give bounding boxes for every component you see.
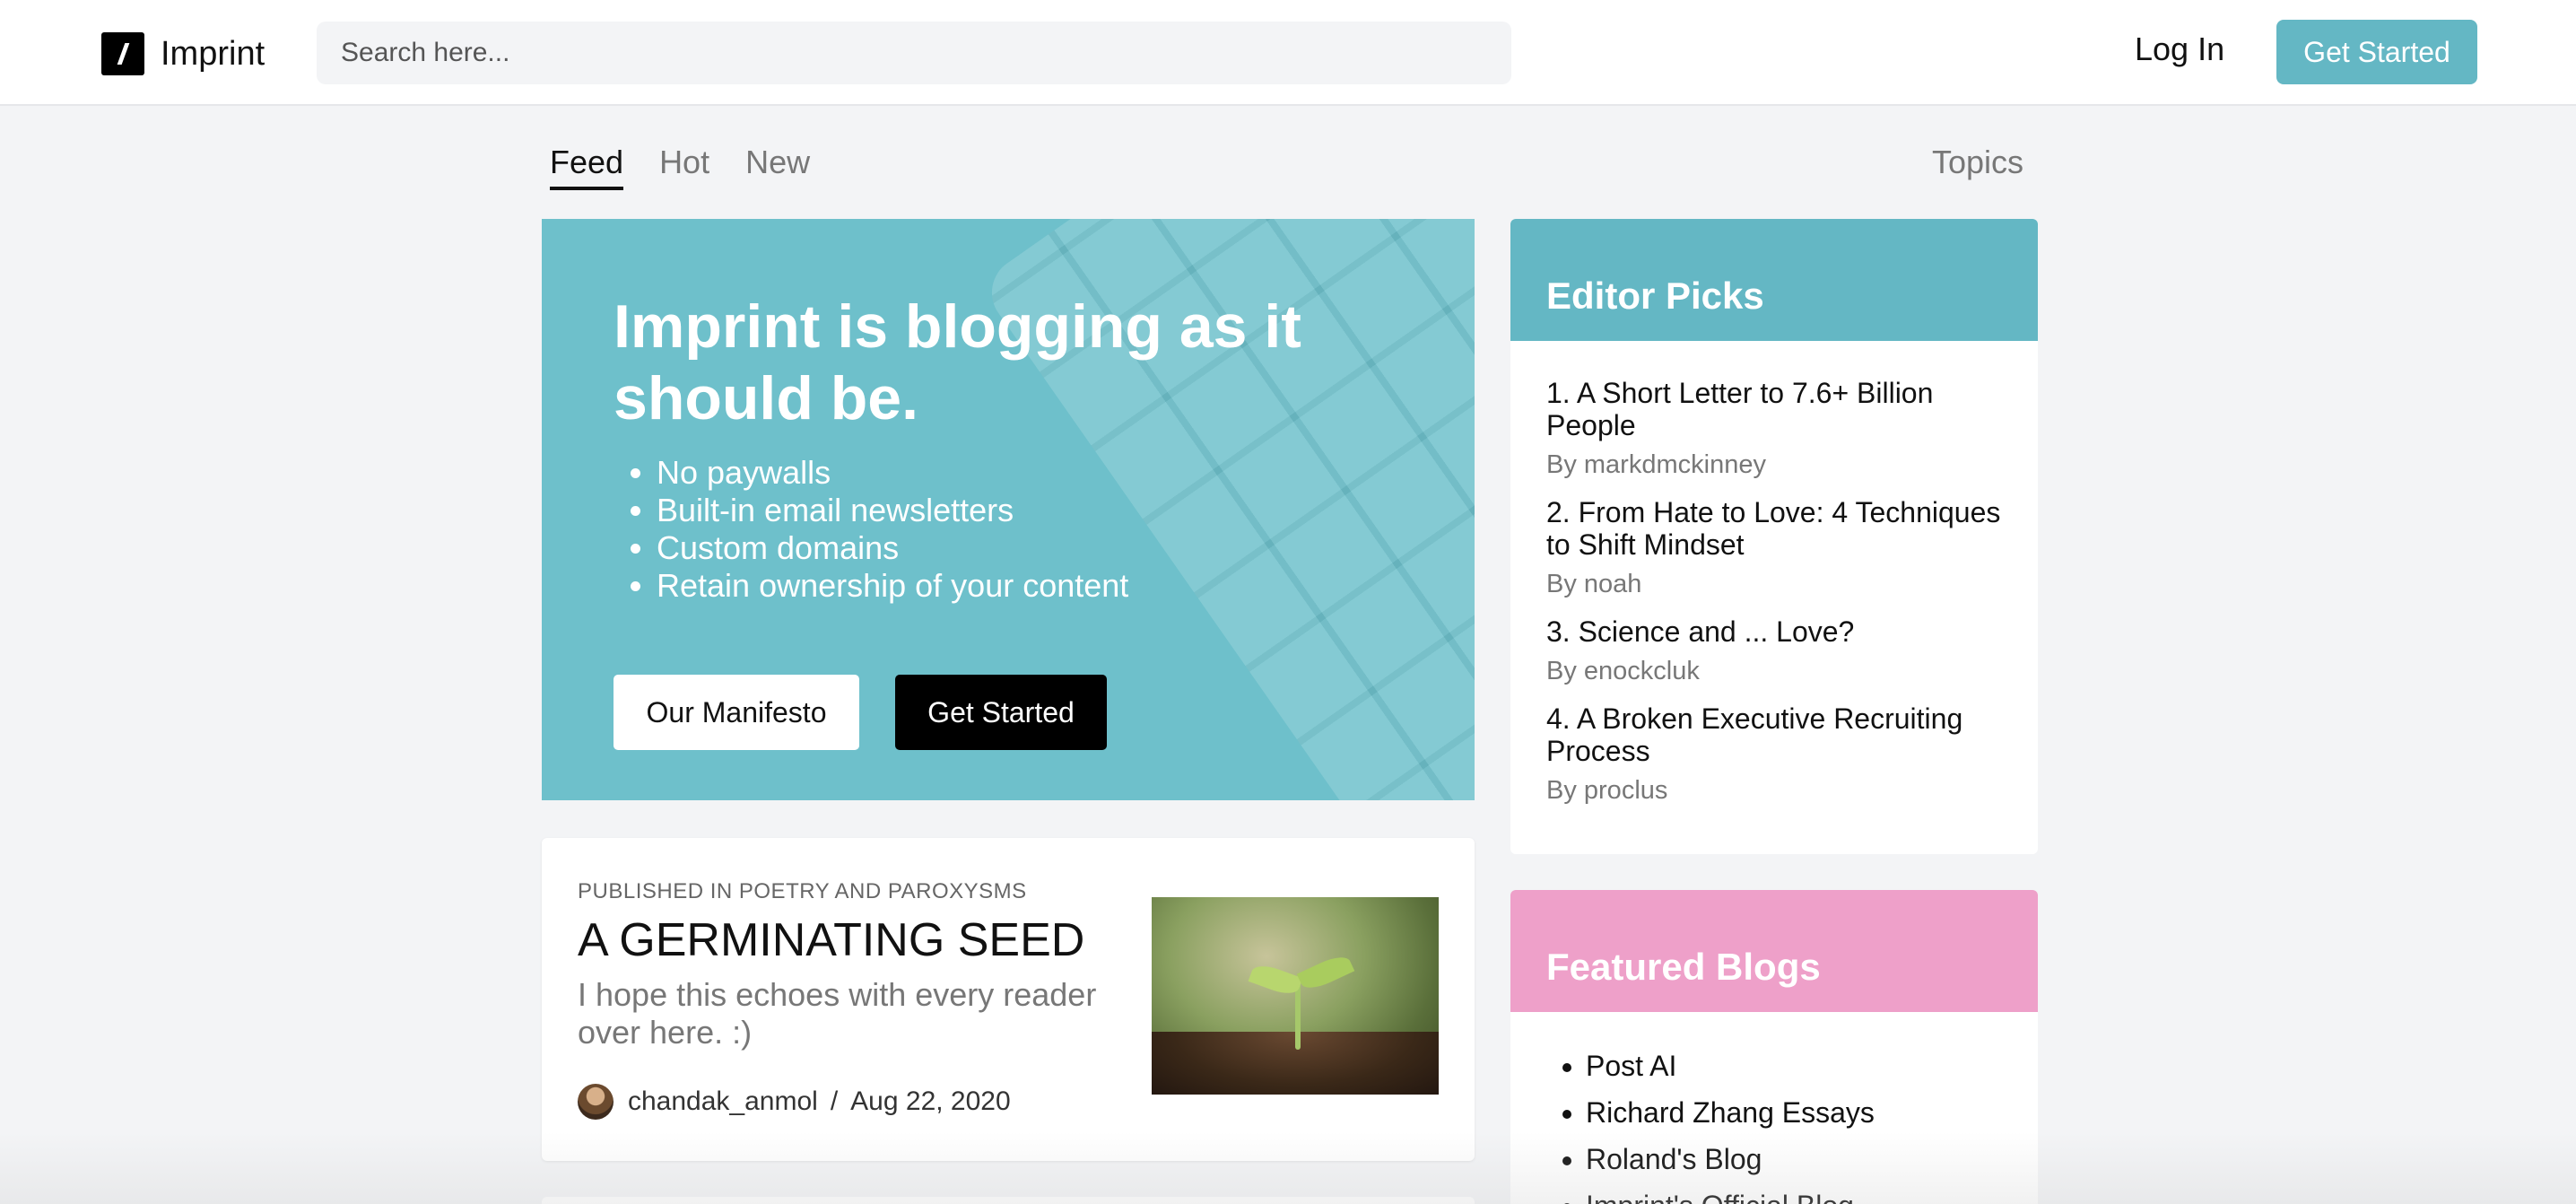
hero-title: Imprint is blogging as it should be. xyxy=(614,292,1301,432)
featured-blogs-list: Post AI Richard Zhang Essays Roland's Bl… xyxy=(1510,1012,2038,1204)
pick-author[interactable]: By proclus xyxy=(1546,776,2002,806)
list-item: 4. A Broken Executive Recruiting Process… xyxy=(1546,702,2002,806)
post-excerpt: I hope this echoes with every reader ove… xyxy=(578,976,1097,1051)
editor-picks-panel: Editor Picks 1. A Short Letter to 7.6+ B… xyxy=(1510,219,2038,854)
featured-blogs-panel: Featured Blogs Post AI Richard Zhang Ess… xyxy=(1510,890,2038,1204)
post-publication[interactable]: PUBLISHED IN POETRY AND PAROXYSMS xyxy=(578,879,1027,904)
tab-feed[interactable]: Feed xyxy=(550,144,624,190)
featured-blogs-title: Featured Blogs xyxy=(1510,890,2038,1012)
pick-title-link[interactable]: 2. From Hate to Love: 4 Techniques to Sh… xyxy=(1546,496,2002,561)
tab-new[interactable]: New xyxy=(745,144,810,190)
editor-picks-title: Editor Picks xyxy=(1510,219,2038,341)
hero-feature-item: No paywalls xyxy=(657,454,1128,492)
featured-blog-link[interactable]: Post AI xyxy=(1586,1043,2038,1089)
next-post-card[interactable] xyxy=(542,1197,1475,1204)
pick-title-link[interactable]: 3. Science and ... Love? xyxy=(1546,615,2002,648)
pick-title-link[interactable]: 1. A Short Letter to 7.6+ Billion People xyxy=(1546,377,2002,441)
post-thumbnail-image[interactable] xyxy=(1152,897,1439,1095)
featured-blog-link[interactable]: Imprint's Official Blog xyxy=(1586,1182,2038,1204)
byline-separator: / xyxy=(830,1086,839,1116)
pick-author[interactable]: By noah xyxy=(1546,570,2002,599)
top-navbar: Imprint Log In Get Started xyxy=(0,0,2576,106)
hero-feature-item: Retain ownership of your content xyxy=(657,567,1128,605)
post-card[interactable]: PUBLISHED IN POETRY AND PAROXYSMS A GERM… xyxy=(542,838,1475,1161)
post-title[interactable]: A GERMINATING SEED xyxy=(578,913,1084,967)
hero-feature-list: No paywalls Built-in email newsletters C… xyxy=(657,454,1128,605)
featured-blog-link[interactable]: Roland's Blog xyxy=(1586,1136,2038,1182)
hero-feature-item: Custom domains xyxy=(657,529,1128,567)
post-author-link[interactable]: chandak_anmol xyxy=(628,1086,818,1117)
search-input[interactable] xyxy=(317,22,1511,84)
pick-title-link[interactable]: 4. A Broken Executive Recruiting Process xyxy=(1546,702,2002,767)
login-link[interactable]: Log In xyxy=(2135,31,2224,68)
pick-author[interactable]: By markdmckinney xyxy=(1546,450,2002,480)
hero-feature-item: Built-in email newsletters xyxy=(657,492,1128,529)
avatar[interactable] xyxy=(578,1084,614,1120)
feed-tabs: Feed Hot New xyxy=(550,144,846,190)
tab-hot[interactable]: Hot xyxy=(659,144,709,190)
get-started-button[interactable]: Get Started xyxy=(2276,20,2477,84)
hero-banner: Imprint is blogging as it should be. No … xyxy=(542,219,1475,800)
hero-get-started-button[interactable]: Get Started xyxy=(895,675,1107,750)
imprint-logo-icon xyxy=(101,32,144,75)
editor-picks-list: 1. A Short Letter to 7.6+ Billion People… xyxy=(1510,341,2038,806)
topics-link[interactable]: Topics xyxy=(1932,144,2023,181)
list-item: 2. From Hate to Love: 4 Techniques to Sh… xyxy=(1546,496,2002,599)
featured-blog-link[interactable]: Richard Zhang Essays xyxy=(1586,1089,2038,1136)
our-manifesto-button[interactable]: Our Manifesto xyxy=(614,675,859,750)
pick-author[interactable]: By enockcluk xyxy=(1546,657,2002,686)
list-item: 3. Science and ... Love? By enockcluk xyxy=(1546,615,2002,686)
brand-name: Imprint xyxy=(161,34,265,73)
brand-logo-link[interactable]: Imprint xyxy=(101,31,265,76)
post-byline: chandak_anmol / Aug 22, 2020 xyxy=(578,1084,1011,1120)
post-date: Aug 22, 2020 xyxy=(850,1086,1011,1116)
list-item: 1. A Short Letter to 7.6+ Billion People… xyxy=(1546,377,2002,480)
